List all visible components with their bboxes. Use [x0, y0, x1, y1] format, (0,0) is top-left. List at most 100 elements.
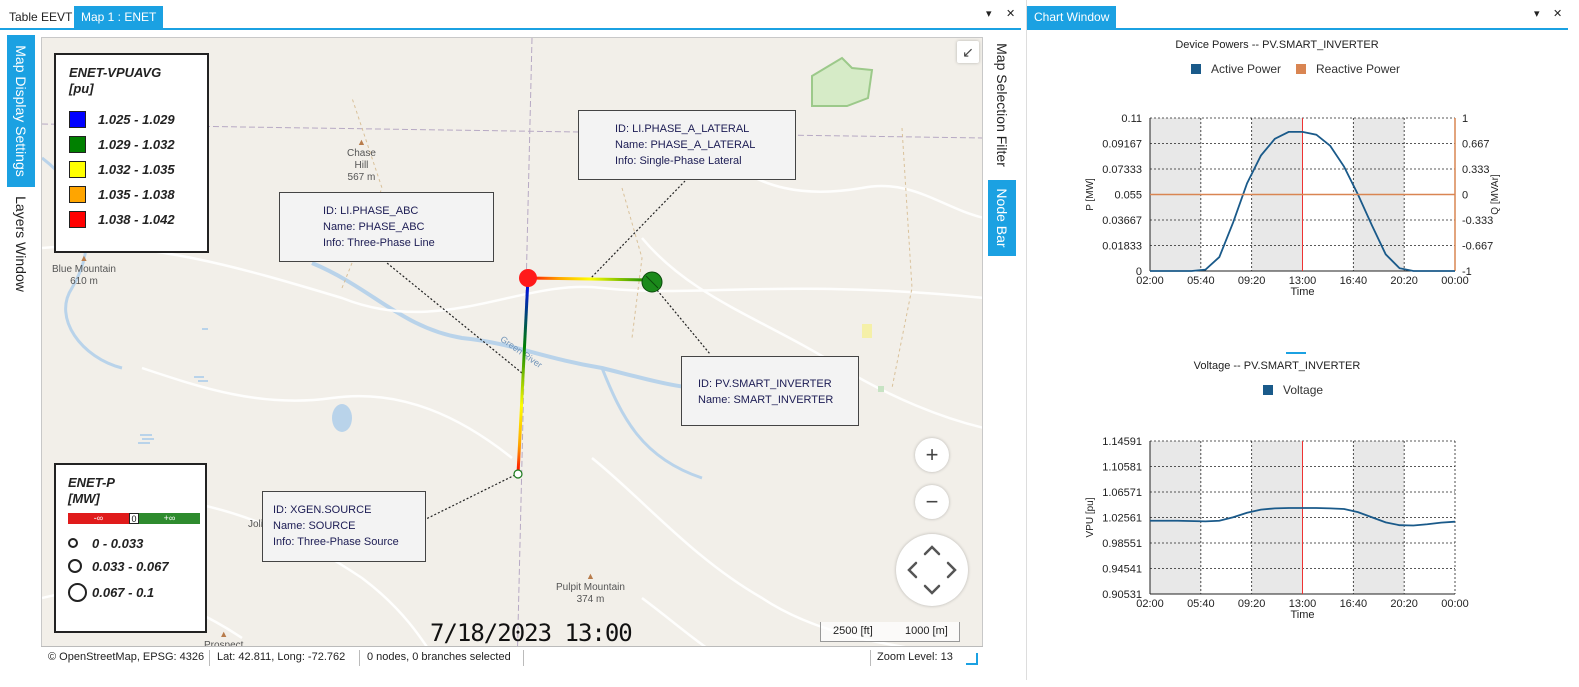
y-axis-label: VPU [pu] [1085, 497, 1096, 537]
zoom-in-button[interactable]: + [915, 438, 949, 472]
plot-band [1353, 517, 1405, 543]
tooltip-phase-abc: ID: LI.PHASE_ABC Name: PHASE_ABC Info: T… [279, 192, 494, 262]
colorbar-positive: +∞ [139, 513, 200, 524]
tab-label: Node Bar [994, 188, 1010, 248]
legend-swatch [69, 136, 86, 153]
tab-chart-window[interactable]: Chart Window [1027, 6, 1117, 28]
legend-swatch [69, 111, 86, 128]
y-tick-label: 0.01833 [1102, 241, 1142, 253]
legend-label: 1.032 - 1.035 [98, 162, 175, 177]
tooltip-phase-a-lateral: ID: LI.PHASE_A_LATERAL Name: PHASE_A_LAT… [578, 110, 796, 180]
powers-chart-title: Device Powers -- PV.SMART_INVERTER [1175, 39, 1379, 51]
legend-title: ENET-VPUAVG [69, 65, 162, 80]
scale-m: 1000 [m] [905, 625, 948, 637]
plot-band [1353, 169, 1405, 195]
tooltip-id: ID: PV.SMART_INVERTER [698, 378, 832, 390]
tab-map-selection-filter[interactable]: Map Selection Filter [988, 35, 1016, 175]
y-axis-label: P [MW] [1085, 178, 1096, 211]
plot-band [1150, 118, 1201, 144]
leader-lateral [588, 180, 686, 281]
colorbar-negative: -∞ [68, 513, 129, 524]
status-bar: © OpenStreetMap, EPSG: 4326 Lat: 42.811,… [41, 646, 983, 669]
legend-row: 1.029 - 1.032 [69, 132, 207, 157]
tooltip-name: Name: SOURCE [273, 520, 356, 532]
y-tick-label: 0.09167 [1102, 139, 1142, 151]
plot-band [1251, 543, 1303, 569]
tab-table-eevt[interactable]: Table EEVT [2, 6, 79, 28]
tooltip-id: ID: LI.PHASE_A_LATERAL [615, 123, 750, 135]
tooltip-info: Info: Three-Phase Line [323, 237, 435, 249]
map-canvas[interactable]: ▲ Chase Hill 567 m ▲ Blue Mountain 610 m… [41, 37, 983, 669]
legend-circle-large [68, 582, 87, 602]
legend-row: 0.033 - 0.067 [68, 554, 205, 578]
plot-band [1150, 143, 1201, 169]
y-tick-label: 0.94541 [1102, 564, 1142, 576]
legend-swatch [1263, 385, 1273, 395]
x-tick-label: 00:00 [1441, 598, 1469, 610]
tooltip-info: Info: Three-Phase Source [273, 536, 399, 548]
pane-menu-icon[interactable]: ▾ [1534, 7, 1540, 20]
leader-inverter [651, 283, 711, 355]
powers-chart[interactable]: 02:00 05:40 09:20 13:00 16:40 20:20 00:000 -10.… [1027, 105, 1568, 305]
legend-swatch [69, 211, 86, 228]
tooltip-name: Name: SMART_INVERTER [698, 394, 834, 406]
plot-band [1150, 543, 1201, 569]
legend-reactive-power[interactable]: Reactive Power [1296, 62, 1400, 76]
legend-active-power[interactable]: Active Power [1191, 62, 1281, 76]
voltage-chart[interactable]: 02:00 05:40 09:20 13:00 16:40 20:20 00:000.905… [1027, 428, 1568, 628]
pane-menu-icon[interactable]: ▾ [986, 7, 992, 20]
y2-tick-label: -0.333 [1462, 215, 1493, 227]
plot-band [1251, 466, 1303, 492]
y-tick-label: 1.06571 [1102, 487, 1142, 499]
plot-band [1353, 441, 1405, 467]
legend-voltage[interactable]: Voltage [1263, 383, 1323, 397]
x-tick-label: 20:20 [1390, 598, 1418, 610]
voltage-chart-title: Voltage -- PV.SMART_INVERTER [1193, 360, 1361, 372]
line-phase-a-lateral [527, 276, 653, 282]
tab-map-display-settings[interactable]: Map Display Settings [7, 35, 35, 187]
y2-tick-label: 0.667 [1462, 139, 1490, 151]
y2-tick-label: 0 [1462, 190, 1468, 202]
legend-row: 1.035 - 1.038 [69, 182, 207, 207]
pan-arrows-icon [907, 545, 957, 595]
y2-tick-label: -0.667 [1462, 241, 1493, 253]
plot-band [1353, 143, 1405, 169]
plot-band [1150, 441, 1201, 467]
chart-splitter[interactable] [1286, 352, 1306, 354]
status-separator [359, 650, 360, 666]
tab-map-enet[interactable]: Map 1 : ENET [74, 6, 164, 28]
collapse-icon[interactable]: ↙ [957, 41, 979, 63]
legend-label: 0 - 0.033 [92, 535, 144, 551]
plot-band [1251, 245, 1303, 271]
voltage-legend: ENET-VPUAVG [pu] 1.025 - 1.029 1.029 - 1… [54, 53, 209, 253]
tooltip-info: Info: Single-Phase Lateral [615, 155, 742, 167]
tooltip-id: ID: LI.PHASE_ABC [323, 205, 419, 217]
y-tick-label: 0.90531 [1102, 589, 1142, 601]
y2-tick-label: 1 [1462, 113, 1468, 125]
pane-close-icon[interactable]: ✕ [1006, 7, 1015, 20]
y-tick-label: 0.98551 [1102, 538, 1142, 550]
legend-label: Voltage [1283, 383, 1324, 397]
plot-band [1150, 220, 1201, 246]
tab-label: Map Selection Filter [994, 43, 1010, 167]
tab-node-bar[interactable]: Node Bar [988, 180, 1016, 256]
plot-band [1251, 194, 1303, 220]
zoom-out-button[interactable]: − [915, 485, 949, 519]
leader-source [425, 474, 516, 520]
tooltip-name: Name: PHASE_ABC [323, 221, 425, 233]
legend-swatch [1191, 64, 1201, 74]
x-axis-label: Time [1290, 286, 1314, 298]
legend-circle-small [68, 538, 78, 548]
plot-band [1353, 194, 1405, 220]
tab-layers-window[interactable]: Layers Window [7, 189, 35, 299]
pane-close-icon[interactable]: ✕ [1553, 7, 1562, 20]
plot-band [1150, 466, 1201, 492]
y-tick-label: 1.10581 [1102, 462, 1142, 474]
legend-row: 0.067 - 0.1 [68, 578, 205, 606]
plot-band [1150, 245, 1201, 271]
plot-band [1251, 492, 1303, 518]
x-tick-label: 16:40 [1340, 275, 1368, 287]
pan-control[interactable] [896, 534, 968, 606]
x-tick-label: 16:40 [1340, 598, 1368, 610]
resize-grip-icon[interactable] [966, 653, 978, 665]
